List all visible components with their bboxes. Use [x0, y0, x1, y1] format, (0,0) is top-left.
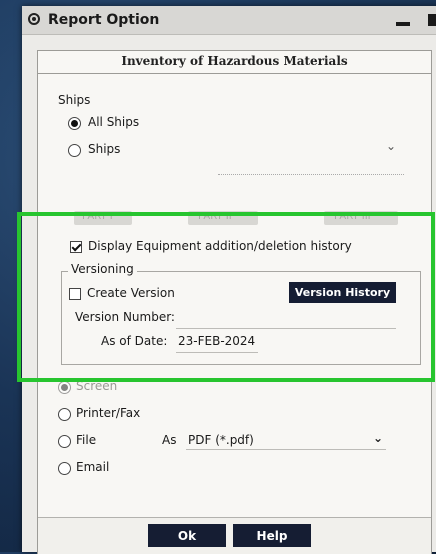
- ships-radio[interactable]: [68, 144, 81, 157]
- chevron-down-icon[interactable]: ⌄: [373, 431, 383, 445]
- file-label: File: [76, 433, 97, 447]
- email-radio[interactable]: [58, 462, 71, 475]
- ships-select[interactable]: ⌄: [218, 137, 408, 197]
- report-header: Inventory of Hazardous Materials: [38, 51, 431, 74]
- file-format-select[interactable]: PDF (*.pdf) ⌄: [186, 431, 386, 450]
- highlight-box: [17, 212, 435, 382]
- all-ships-radio[interactable]: [68, 117, 81, 130]
- minimize-icon[interactable]: [394, 13, 414, 27]
- file-format-value: PDF (*.pdf): [188, 433, 254, 447]
- maximize-icon[interactable]: [428, 14, 436, 26]
- ships-section-label: Ships: [58, 93, 91, 107]
- title-bar: Report Option: [22, 6, 436, 35]
- chevron-down-icon[interactable]: ⌄: [386, 139, 396, 153]
- printer-fax-label: Printer/Fax: [76, 406, 141, 420]
- format-as-label: As: [162, 433, 177, 447]
- screen-radio[interactable]: [58, 381, 71, 394]
- all-ships-label: All Ships: [88, 115, 140, 129]
- ships-select-underline: [218, 174, 404, 175]
- printer-fax-radio[interactable]: [58, 408, 71, 421]
- email-label: Email: [76, 460, 110, 474]
- ok-button[interactable]: Ok: [148, 524, 226, 547]
- file-radio[interactable]: [58, 435, 71, 448]
- report-title: Inventory of Hazardous Materials: [121, 54, 348, 68]
- help-button[interactable]: Help: [233, 524, 311, 547]
- ships-label: Ships: [88, 142, 121, 156]
- window-title: Report Option: [48, 12, 160, 28]
- radio-app-icon: [28, 13, 40, 25]
- file-format-underline: [186, 449, 386, 450]
- button-bar: Ok Help: [38, 517, 431, 554]
